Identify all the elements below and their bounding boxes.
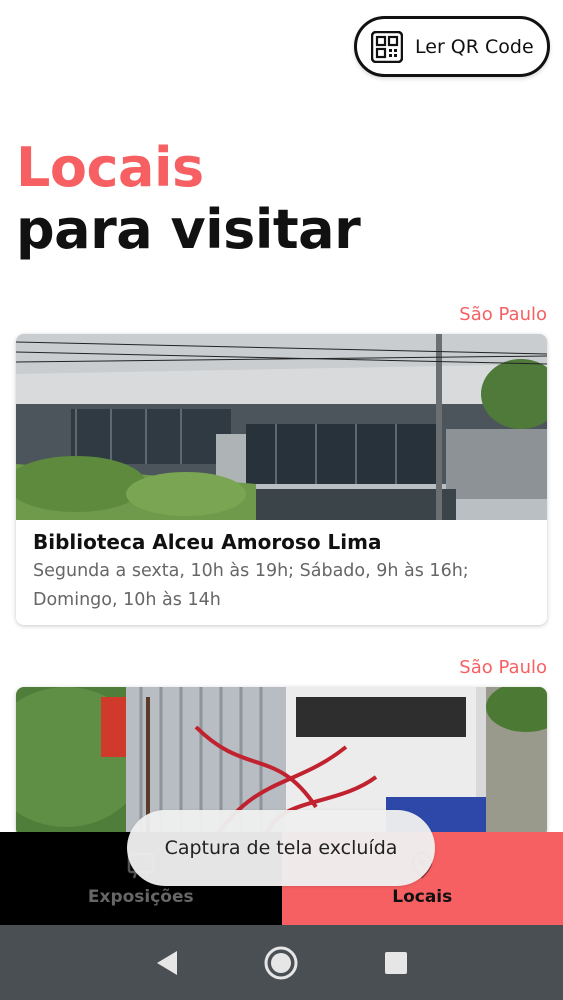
qr-code-button-label: Ler QR Code [415, 35, 534, 58]
place-hours: Segunda a sexta, 10h às 19h; Sábado, 9h … [33, 561, 469, 610]
city-label: São Paulo [459, 304, 547, 325]
page-title: para visitar [16, 198, 361, 261]
tab-exposicoes-label: Exposições [87, 887, 194, 907]
place-name: Biblioteca Alceu Amoroso Lima [33, 530, 382, 554]
toast-text: Captura de tela excluída [164, 837, 398, 859]
system-navigation-bar [0, 925, 563, 1000]
back-icon[interactable] [149, 945, 185, 981]
place-photo [16, 334, 547, 520]
home-icon[interactable] [263, 945, 299, 981]
toast-message: Captura de tela excluída [127, 810, 435, 886]
qr-code-button[interactable]: Ler QR Code [354, 16, 550, 77]
page-title-accent: Locais [16, 136, 204, 199]
tab-locais-label: Locais [392, 887, 453, 907]
qr-code-icon [371, 30, 403, 63]
recents-icon[interactable] [378, 945, 414, 981]
city-label: São Paulo [459, 657, 547, 678]
place-card[interactable]: Biblioteca Alceu Amoroso Lima Segunda a … [16, 334, 547, 625]
